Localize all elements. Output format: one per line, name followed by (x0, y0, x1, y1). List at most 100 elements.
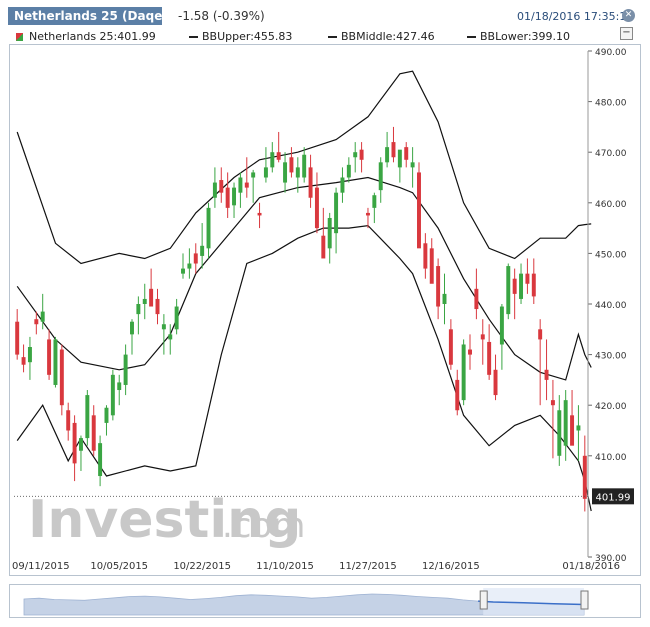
x-tick-label: 11/10/2015 (256, 561, 314, 572)
candle-body (168, 334, 173, 340)
candle-body (576, 425, 581, 431)
candle (53, 336, 58, 388)
y-tick-label: 490.00 (595, 48, 627, 58)
candle (59, 344, 64, 416)
candle-body (397, 149, 402, 168)
candle (576, 405, 581, 461)
candle-body (429, 248, 434, 284)
candle-body (232, 187, 237, 206)
candle (168, 324, 173, 355)
candle (499, 304, 504, 370)
candle-body (314, 187, 319, 229)
candle (244, 157, 249, 198)
candle (531, 258, 536, 304)
candle-body (385, 147, 390, 163)
instrument-tab[interactable]: Netherlands 25 (Daqe... (8, 7, 162, 25)
candle-body (219, 180, 224, 193)
candle-body (263, 167, 268, 178)
candle (372, 192, 377, 224)
navigator-handle[interactable] (479, 590, 488, 610)
minimize-button[interactable]: − (620, 27, 633, 40)
candle (200, 223, 205, 269)
candle (206, 202, 211, 259)
bb-lower-line (16, 224, 592, 512)
navigator-handle[interactable] (580, 590, 589, 610)
candle (110, 369, 115, 421)
candle (417, 162, 421, 249)
navigator-chart[interactable] (10, 585, 640, 617)
candle-body (461, 344, 466, 401)
candle-body (276, 152, 281, 160)
x-tick-label: 09/11/2015 (12, 561, 70, 572)
bollinger-bands (16, 70, 592, 512)
candle-body (480, 334, 485, 340)
candle (251, 169, 256, 203)
candle (512, 268, 517, 320)
candle-body (442, 293, 447, 304)
legend-bb-middle: BBMiddle:427.46 (328, 30, 435, 43)
y-tick-label: 430.00 (595, 352, 627, 362)
candle-body (346, 164, 351, 178)
x-tick-label: 10/05/2015 (90, 561, 148, 572)
candle-body (136, 304, 141, 315)
candle-body (531, 273, 536, 297)
candle-body (85, 395, 90, 439)
investing-logo: Investing .com (28, 490, 305, 550)
candlesticks (15, 126, 587, 512)
candle (404, 142, 409, 168)
candle-body (563, 400, 568, 446)
candle (149, 268, 154, 307)
candle-body (378, 162, 383, 191)
price-axis: 490.00 480.00 470.00 460.00 450.00 440.00 430.… (587, 48, 627, 564)
candle-body (295, 167, 300, 178)
candle-body (404, 147, 409, 160)
candle (506, 263, 511, 320)
candle (429, 238, 434, 284)
candle-body (238, 177, 243, 193)
candle-body (582, 455, 587, 499)
candle-body (365, 212, 370, 216)
candle-body (474, 288, 479, 310)
candle (47, 329, 52, 380)
y-tick-label: 470.00 (595, 149, 627, 159)
candle (448, 319, 453, 370)
candle-body (174, 306, 179, 330)
candle (321, 207, 326, 259)
price-chart[interactable]: Investing .com 490.00480.00470.00460.004… (10, 45, 640, 575)
legend-bb-upper: BBUpper:455.83 (189, 30, 292, 43)
candle-body (512, 278, 517, 294)
date-axis: 09/11/2015 10/05/2015 10/22/2015 11/10/2015… (12, 561, 620, 572)
candle (257, 202, 262, 229)
candle-body (557, 410, 562, 456)
candle-body (519, 273, 524, 299)
x-tick-label: 12/16/2015 (422, 561, 480, 572)
candle-body (550, 400, 555, 406)
candle (15, 309, 20, 360)
candle-body (372, 195, 377, 208)
candle (455, 369, 460, 416)
candle-body (53, 339, 58, 385)
candle (123, 344, 128, 396)
candle-body (244, 182, 249, 188)
candle (225, 172, 230, 218)
candle (142, 283, 147, 320)
candle (423, 233, 428, 279)
candle-body (410, 162, 415, 168)
y-tick-label: 440.00 (595, 301, 627, 311)
price-change: -1.58 (-0.39%) (178, 9, 265, 23)
candle (174, 298, 179, 335)
candle (270, 142, 275, 173)
candle-body (200, 245, 205, 256)
candle (212, 167, 217, 208)
candle (378, 157, 383, 203)
candle (544, 339, 549, 401)
candle (334, 187, 339, 254)
candle-body (59, 349, 64, 406)
close-icon[interactable]: ✕ (622, 9, 635, 22)
candle-body (353, 152, 358, 158)
candle-body (270, 152, 275, 168)
candle (27, 336, 32, 380)
candle (21, 344, 26, 373)
candle-body (468, 349, 472, 355)
range-navigator[interactable] (9, 584, 641, 618)
